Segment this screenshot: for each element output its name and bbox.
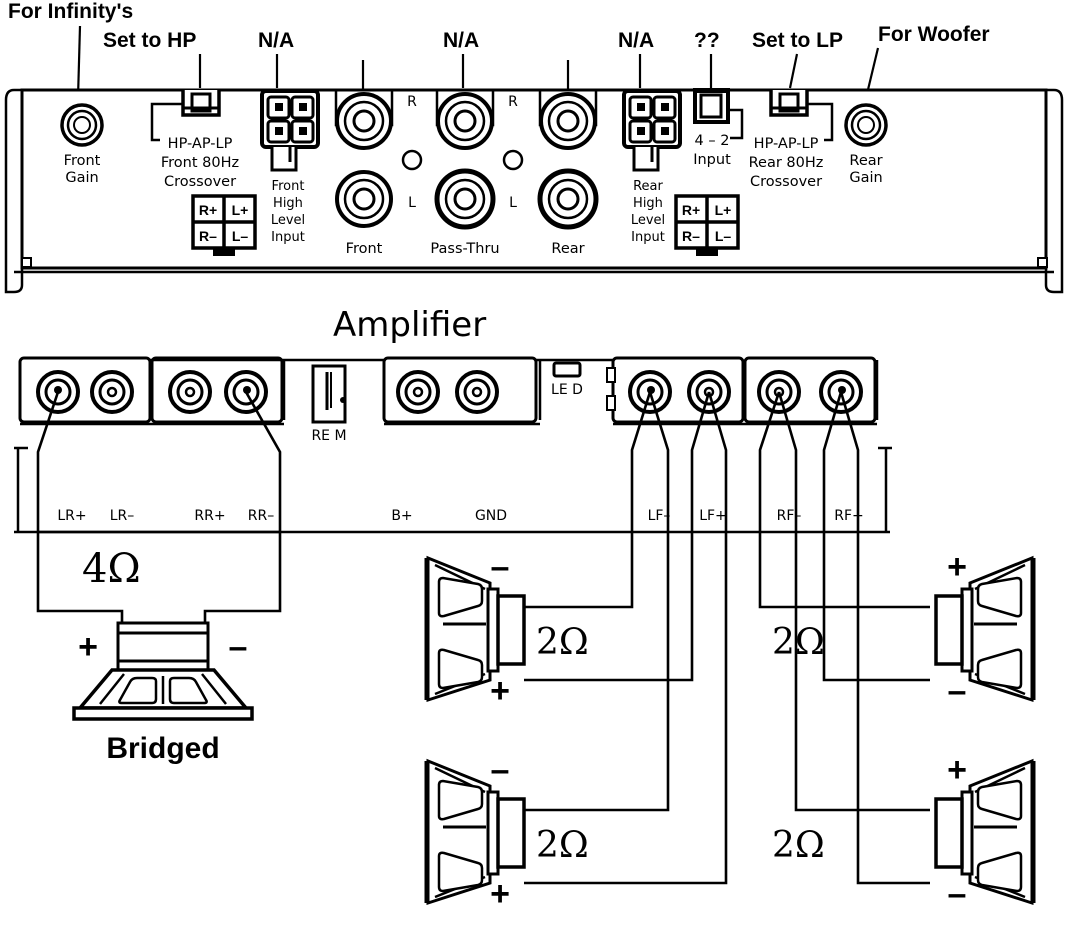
rear-crossover-switch[interactable] [769, 90, 809, 117]
front-pin-lplus: L+ [232, 202, 249, 218]
rca-passthru-r-label: R [508, 94, 518, 110]
annotation-for-woofer: For Woofer [878, 23, 990, 46]
rear-hli-line2: High [633, 196, 663, 211]
annotation-na-front-hli: N/A [258, 29, 294, 52]
right-bottom-minus-sign: – [948, 875, 967, 913]
rear-pin-lplus: L+ [715, 202, 732, 218]
rear-gain-label-2: Gain [849, 170, 882, 186]
rear-pin-lminus: L– [715, 228, 732, 244]
terminal-label-b-plus: B+ [391, 508, 412, 524]
terminal-label-rr-plus: RR+ [194, 508, 225, 524]
front-pin-rminus: R– [199, 228, 217, 244]
terminal-label-rr-minus: RR– [248, 508, 274, 524]
front-gain-knob[interactable] [60, 103, 104, 147]
led-indicator [552, 361, 582, 378]
annotation-texts: For Infinity's Set to HP N/A N/A N/A?? Set to… [8, 0, 990, 52]
front-crossover-line3: Crossover [164, 174, 236, 190]
bridged-plus-sign: + [78, 628, 98, 666]
annotation-question: ?? [694, 29, 720, 52]
terminal-label-rf-minus: RF– [777, 508, 802, 524]
rca-passthru-l-label: L [509, 195, 517, 211]
input-mode-switch[interactable] [693, 88, 730, 124]
front-hli-line2: High [273, 196, 303, 211]
terminal-label-lf-plus: LF+ [699, 508, 727, 524]
left-bottom-plus-sign: + [490, 875, 510, 913]
front-pin-lminus: L– [232, 228, 249, 244]
annotation-set-to-lp: Set to LP [752, 29, 843, 52]
terminal-label-gnd: GND [475, 508, 507, 524]
amplifier-face-panel [4, 88, 1064, 294]
left-bottom-impedance: 2Ω [536, 825, 589, 866]
front-hli-line4: Input [271, 230, 305, 245]
rear-pin-rplus: R+ [682, 202, 700, 218]
rear-gain-knob[interactable] [844, 103, 888, 147]
annotation-for-infinitys: For Infinity's [8, 0, 133, 23]
left-bottom-minus-sign: – [491, 751, 510, 789]
left-top-impedance: 2Ω [536, 622, 589, 663]
amplifier-terminal-block [18, 356, 879, 426]
front-crossover-switch[interactable] [181, 90, 221, 117]
front-gain-label-1: Front [64, 153, 101, 169]
input-switch-line1: 4 – 2 [695, 133, 730, 149]
rear-hli-line4: Input [631, 230, 665, 245]
diagram-root: Front Gain HP-AP-LP Front 80Hz Crossover [0, 0, 1069, 950]
bridged-minus-sign: – [229, 628, 248, 666]
rear-crossover-line3: Crossover [750, 174, 822, 190]
leader-line-for-infinitys [76, 25, 82, 99]
front-hli-line3: Level [271, 213, 305, 228]
terminal-label-lr-minus: LR– [110, 508, 135, 524]
front-hli-line1: Front [272, 179, 305, 194]
rear-crossover-line1: HP-AP-LP [754, 136, 819, 152]
led-label: LE D [551, 382, 583, 398]
page-title: Amplifier [333, 305, 486, 345]
leader-line-set-to-lp [788, 53, 799, 89]
right-bottom-impedance: 2Ω [772, 825, 825, 866]
right-top-plus-sign: + [947, 548, 967, 586]
rear-gain-label-1: Rear [849, 153, 882, 169]
terminal-labels: LR+ LR– RR+ RR– B+ GND LF– LF+ RF– RF+ [57, 508, 863, 524]
rear-pin-rminus: R– [682, 228, 700, 244]
rem-label: RE M [311, 428, 346, 444]
front-crossover-line2: Front 80Hz [161, 155, 239, 171]
rca-passthru-label: Pass-Thru [430, 241, 499, 257]
annotation-na-rear-hli: N/A [618, 29, 654, 52]
bridged-impedance: 4Ω [82, 546, 141, 592]
left-top-plus-sign: + [490, 672, 510, 710]
terminal-label-rf-plus: RF+ [834, 508, 864, 524]
bridged-caption: Bridged [106, 732, 219, 765]
rca-front-l-label: L [408, 195, 416, 211]
rear-crossover-line2: Rear 80Hz [749, 155, 824, 171]
left-top-minus-sign: – [491, 548, 510, 586]
wiring-diagram-canvas: Front Gain HP-AP-LP Front 80Hz Crossover [4, 0, 1064, 913]
front-pin-rplus: R+ [199, 202, 217, 218]
right-bottom-plus-sign: + [947, 751, 967, 789]
rca-front-label: Front [346, 241, 383, 257]
rca-rear-label: Rear [551, 241, 584, 257]
annotation-set-to-hp: Set to HP [103, 29, 196, 52]
front-crossover-line1: HP-AP-LP [168, 136, 233, 152]
input-switch-line2: Input [693, 152, 731, 168]
rear-hli-line1: Rear [633, 179, 663, 194]
rca-front-r-label: R [407, 94, 417, 110]
rem-terminal[interactable] [311, 364, 347, 424]
rear-hli-line3: Level [631, 213, 665, 228]
front-gain-label-2: Gain [65, 170, 98, 186]
right-top-minus-sign: – [948, 672, 967, 710]
annotation-na-passthru: N/A [443, 29, 479, 52]
terminal-label-lr-plus: LR+ [57, 508, 86, 524]
right-top-impedance: 2Ω [772, 622, 825, 663]
speaker-bridged-woofer [72, 621, 254, 721]
